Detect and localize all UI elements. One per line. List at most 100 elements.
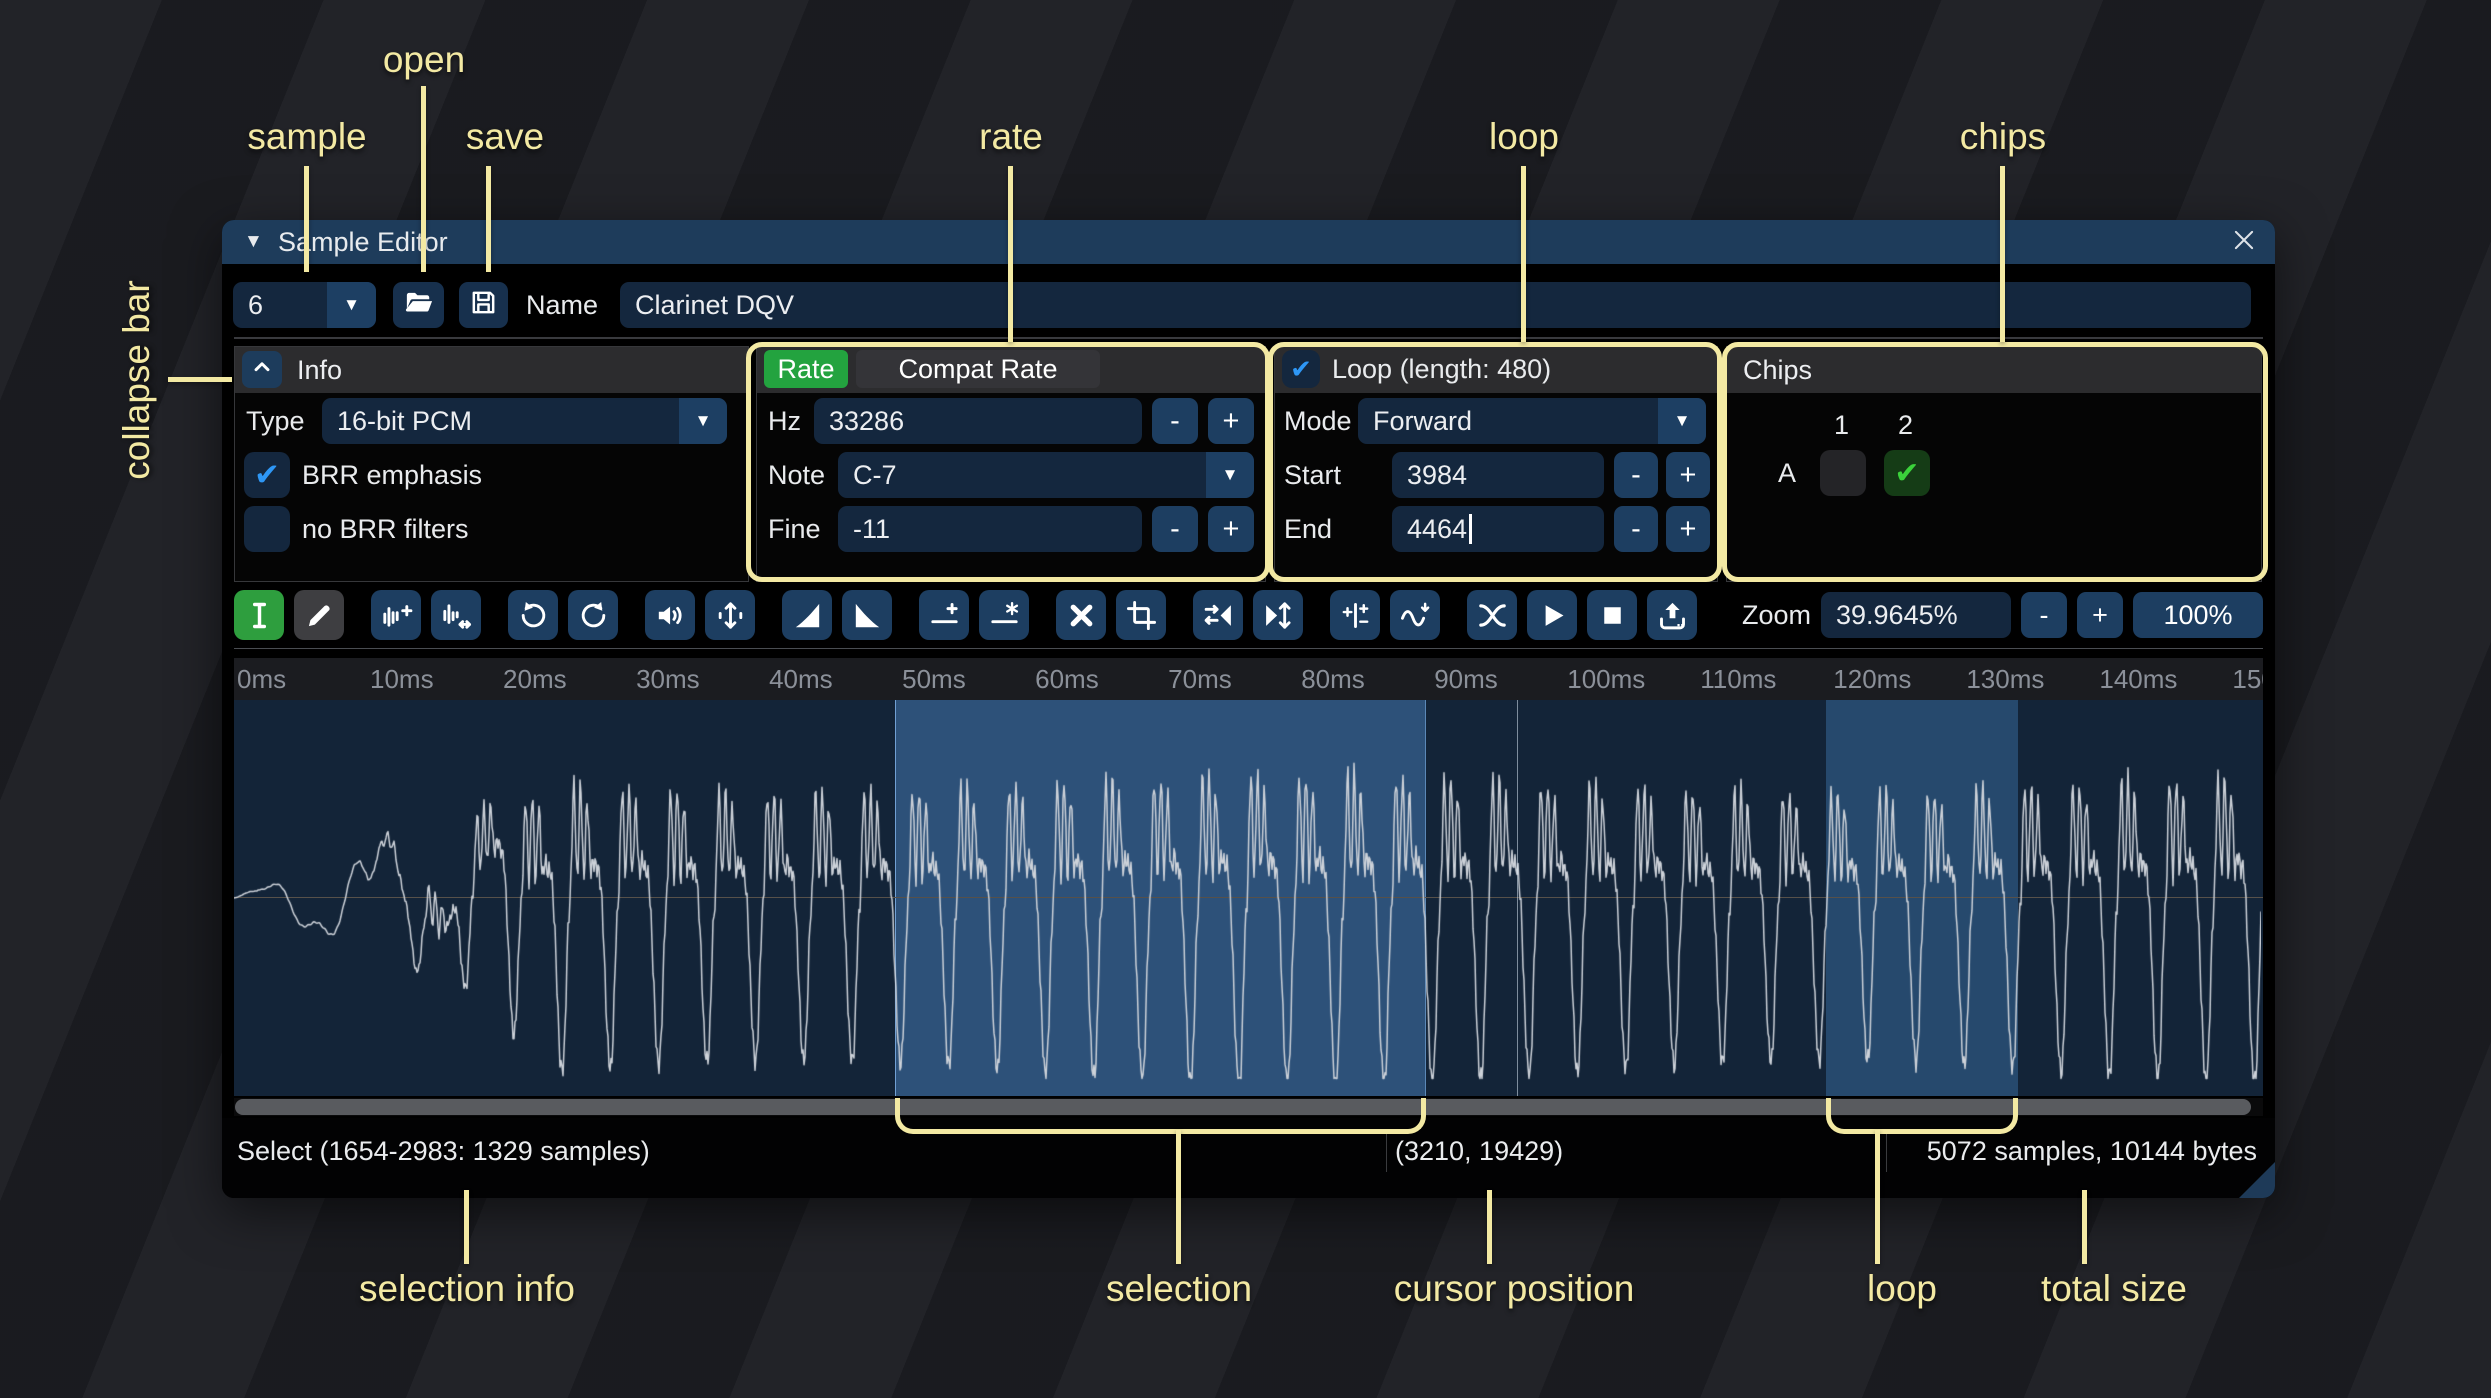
- redo-icon: [577, 599, 610, 632]
- reverse-button[interactable]: [1193, 590, 1243, 640]
- undo-button[interactable]: [508, 590, 558, 640]
- annotation-open: open: [382, 39, 466, 80]
- ruler-label: 70ms: [1168, 664, 1232, 694]
- separator: [234, 337, 2263, 339]
- ruler-label: 30ms: [636, 664, 700, 694]
- ruler-label: 50ms: [902, 664, 966, 694]
- annotation-line-save: [486, 166, 491, 272]
- delete-button[interactable]: [1056, 590, 1106, 640]
- edit-mode-select-button[interactable]: [234, 590, 284, 640]
- annotation-selection-bracket: [895, 1098, 1427, 1134]
- trim-button[interactable]: [1116, 590, 1166, 640]
- ibeam-icon: [243, 599, 276, 632]
- ruler-label: 140ms: [2099, 664, 2178, 694]
- window-collapse-icon[interactable]: ▼: [244, 220, 263, 264]
- arrows-vertical-icon: [714, 599, 747, 632]
- sample-name-value: Clarinet DQV: [635, 289, 795, 320]
- pencil-icon: [303, 599, 336, 632]
- cursor-line: [1517, 700, 1518, 1096]
- brr-emphasis-checkbox[interactable]: ✔: [244, 452, 290, 498]
- cross-bold-icon: [1065, 599, 1098, 632]
- line-plus-icon: [928, 599, 961, 632]
- annotation-line-cursor-position: [1487, 1190, 1492, 1264]
- annotation-selection: selection: [1105, 1268, 1253, 1309]
- time-ruler[interactable]: 0ms 10ms 20ms 30ms 40ms 50ms 60ms 70ms 80ms 90ms 1…: [234, 658, 2263, 700]
- fade-out-button[interactable]: [842, 590, 892, 640]
- dropdown-arrow-icon[interactable]: ▼: [327, 282, 376, 328]
- zoom-out-button[interactable]: -: [2021, 592, 2067, 638]
- type-label: Type: [246, 406, 305, 436]
- annotation-loop-bracket: [1826, 1098, 2018, 1134]
- fade-out-icon: [851, 599, 884, 632]
- no-brr-filters-label: no BRR filters: [302, 514, 469, 544]
- save-floppy-icon: [468, 287, 499, 323]
- separator: [1386, 1130, 1387, 1172]
- sample-number-value: 6: [248, 289, 264, 320]
- cross-curves-icon: [1476, 599, 1509, 632]
- window-titlebar[interactable]: ▼ Sample Editor: [222, 220, 2275, 264]
- annotation-selection-info: selection info: [359, 1268, 575, 1309]
- play-icon: [1536, 599, 1569, 632]
- apply-silence-button[interactable]: [979, 590, 1029, 640]
- amplify-button[interactable]: [645, 590, 695, 640]
- close-icon: [2229, 225, 2259, 260]
- resample-button[interactable]: [431, 590, 481, 640]
- wave-plus-icon: [380, 599, 413, 632]
- annotation-line-loop-top: [1521, 166, 1526, 342]
- stop-preview-button[interactable]: [1587, 590, 1637, 640]
- signed-unsigned-button[interactable]: [1330, 590, 1380, 640]
- zoom-input[interactable]: 39.9645%: [1821, 592, 2011, 638]
- speaker-icon: [654, 599, 687, 632]
- annotation-save: save: [465, 116, 545, 157]
- close-button[interactable]: [2225, 225, 2263, 259]
- annotation-loop-bottom: loop: [1867, 1268, 1937, 1309]
- line-asterisk-icon: [988, 599, 1021, 632]
- redo-button[interactable]: [568, 590, 618, 640]
- name-label: Name: [526, 290, 599, 320]
- annotation-cursor-position: cursor position: [1393, 1268, 1635, 1309]
- ruler-label: 150ms: [2232, 664, 2263, 694]
- check-icon: ✔: [254, 457, 280, 492]
- import-button[interactable]: [1647, 590, 1697, 640]
- zoom-value: 39.9645%: [1836, 599, 1958, 630]
- annotation-box-chips: [1722, 342, 2268, 582]
- invert-button[interactable]: [1253, 590, 1303, 640]
- annotation-total-size: total size: [2040, 1268, 2188, 1309]
- annotation-loop-top: loop: [1489, 116, 1559, 157]
- window-resize-grip[interactable]: [2239, 1162, 2275, 1198]
- no-brr-filters-checkbox[interactable]: ✔: [244, 506, 290, 552]
- sample-type-select[interactable]: 16-bit PCM ▼: [322, 398, 727, 444]
- waveform-view[interactable]: [234, 700, 2263, 1096]
- waveform-plot: [234, 700, 2261, 1096]
- ruler-label: 110ms: [1700, 664, 1777, 694]
- zoom-label: Zoom: [1741, 599, 1811, 630]
- sample-number-select[interactable]: 6 ▼: [233, 282, 376, 328]
- chevron-up-icon: [249, 354, 275, 385]
- annotation-line-open: [421, 86, 426, 272]
- save-sample-button[interactable]: [459, 282, 508, 328]
- insert-silence-button[interactable]: [919, 590, 969, 640]
- annotation-line-loop-bottom: [1875, 1130, 1880, 1264]
- resize-button[interactable]: [371, 590, 421, 640]
- edit-mode-draw-button[interactable]: [294, 590, 344, 640]
- apply-filter-button[interactable]: [1390, 590, 1440, 640]
- sample-name-input[interactable]: Clarinet DQV: [620, 282, 2251, 328]
- info-panel-header: Info: [235, 347, 748, 393]
- undo-icon: [517, 599, 550, 632]
- zoom-reset-button[interactable]: 100%: [2133, 592, 2263, 638]
- ruler-label: 80ms: [1301, 664, 1365, 694]
- crossfade-loop-button[interactable]: [1467, 590, 1517, 640]
- annotation-box-loop: [1268, 342, 1722, 582]
- dropdown-arrow-icon[interactable]: ▼: [679, 398, 727, 444]
- crop-icon: [1125, 599, 1158, 632]
- annotation-rate: rate: [979, 116, 1043, 157]
- fade-in-button[interactable]: [782, 590, 832, 640]
- normalize-button[interactable]: [705, 590, 755, 640]
- open-sample-button[interactable]: [393, 282, 444, 328]
- preview-sample-button[interactable]: [1527, 590, 1577, 640]
- ruler-label: 0ms: [237, 664, 287, 694]
- collapse-bar-button[interactable]: [242, 351, 282, 388]
- zoom-in-button[interactable]: +: [2077, 592, 2123, 638]
- separator: [234, 648, 2263, 649]
- annotation-box-rate: [746, 342, 1270, 582]
